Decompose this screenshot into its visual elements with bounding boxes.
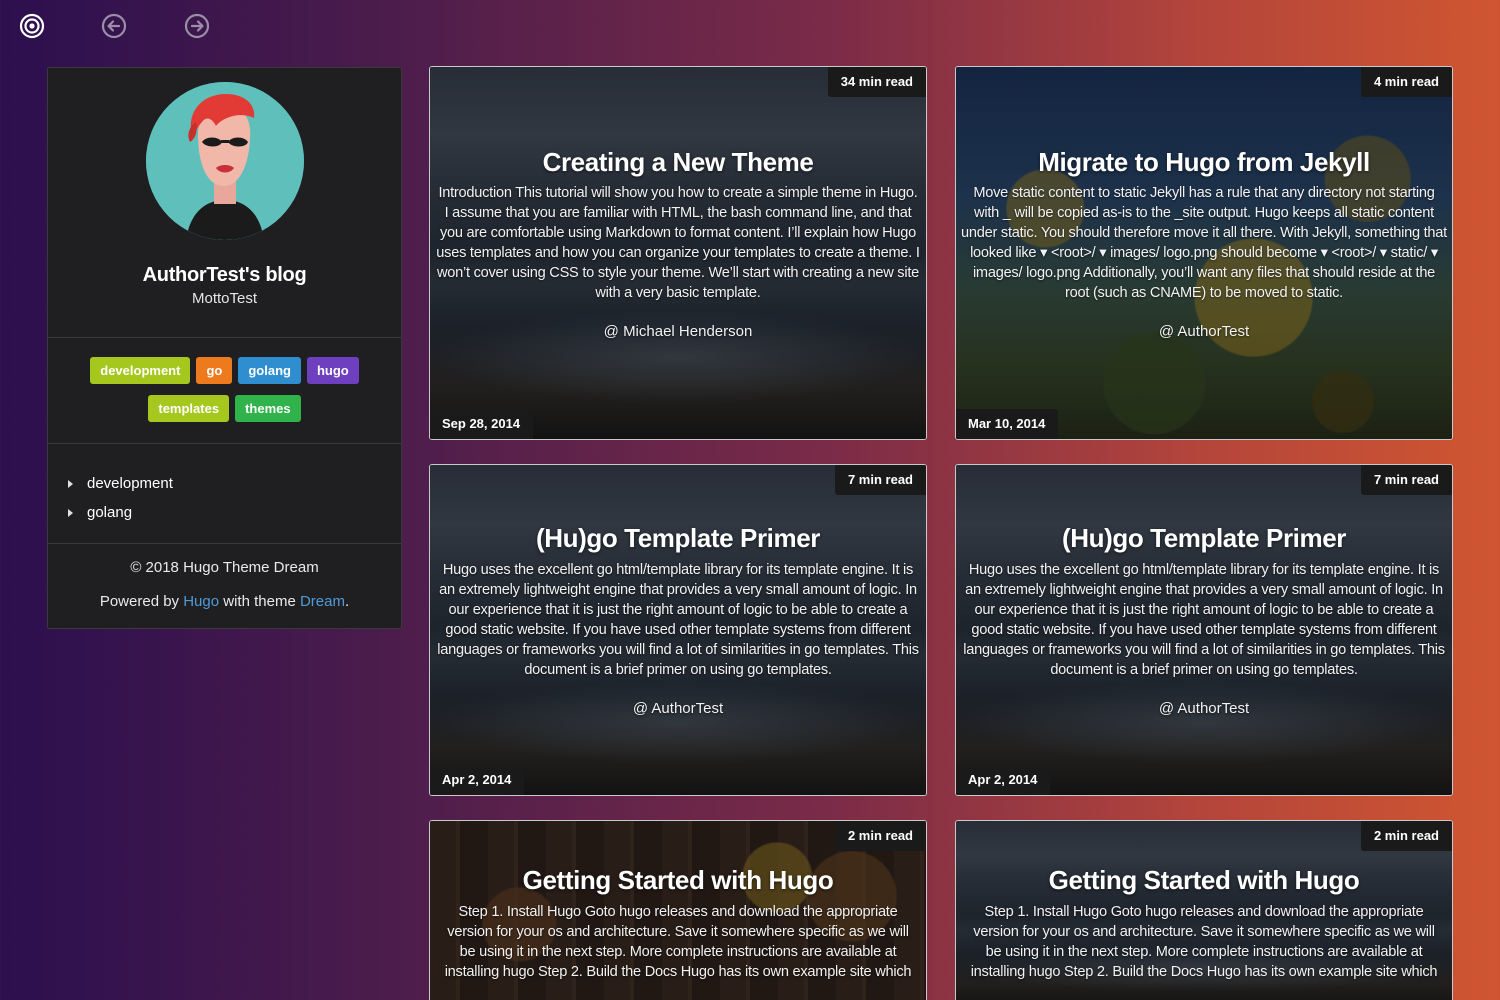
avatar[interactable] <box>146 82 304 240</box>
post-title[interactable]: (Hu)go Template Primer <box>430 523 926 554</box>
powered-suffix: . <box>344 593 350 610</box>
post-summary: Step 1. Install Hugo Goto hugo releases … <box>970 904 1438 980</box>
tag-templates[interactable]: templates <box>148 395 230 422</box>
hugo-link[interactable]: Hugo <box>183 593 219 610</box>
read-time-badge: 4 min read <box>1360 67 1452 97</box>
post-card[interactable]: 7 min read (Hu)go Template Primer Hugo u… <box>955 464 1453 796</box>
dream-link[interactable]: Dream <box>300 593 345 610</box>
caret-right-icon <box>68 508 73 517</box>
powered-middle: with theme <box>223 593 296 610</box>
post-author: @ Michael Henderson <box>603 323 753 340</box>
read-time-badge: 34 min read <box>827 67 926 97</box>
tag-go[interactable]: go <box>196 357 233 384</box>
post-author: @ AuthorTest <box>1158 323 1250 340</box>
post-date: Sep 28, 2014 <box>430 409 534 439</box>
tag-golang[interactable]: golang <box>238 357 301 384</box>
target-icon[interactable] <box>18 12 46 40</box>
post-author: @ AuthorTest <box>1158 700 1250 717</box>
post-summary: Introduction This tutorial will show you… <box>436 185 920 301</box>
arrow-right-circle-icon[interactable] <box>183 12 211 40</box>
read-time-badge: 7 min read <box>1360 465 1452 495</box>
category-item-golang[interactable]: golang <box>68 495 401 530</box>
post-date: Apr 2, 2014 <box>956 765 1051 795</box>
read-time-badge: 2 min read <box>1360 821 1452 851</box>
post-card[interactable]: 2 min read Getting Started with Hugo Ste… <box>955 820 1453 1000</box>
post-title[interactable]: Migrate to Hugo from Jekyll <box>956 147 1452 178</box>
sidebar: AuthorTest's blog MottoTest development … <box>47 67 402 629</box>
post-summary: Step 1. Install Hugo Goto hugo releases … <box>444 904 912 980</box>
post-date: Mar 10, 2014 <box>956 409 1059 439</box>
post-summary: Move static content to static Jekyll has… <box>961 185 1447 301</box>
caret-right-icon <box>68 479 73 488</box>
blog-motto: MottoTest <box>191 290 258 307</box>
post-card[interactable]: 4 min read Migrate to Hugo from Jekyll M… <box>955 66 1453 440</box>
post-card[interactable]: 2 min read Getting Started with Hugo Ste… <box>429 820 927 1000</box>
tag-hugo[interactable]: hugo <box>306 357 359 384</box>
post-title[interactable]: Creating a New Theme <box>430 147 926 178</box>
powered-prefix: Powered by <box>99 593 180 610</box>
blog-title[interactable]: AuthorTest's blog <box>48 264 401 287</box>
copyright-text: © 2018 Hugo Theme Dream <box>130 559 319 576</box>
post-summary: Hugo uses the excellent go html/template… <box>963 562 1445 678</box>
category-list: development golang <box>48 444 401 544</box>
sidebar-footer: © 2018 Hugo Theme Dream Powered by Hugo … <box>48 544 401 628</box>
post-title[interactable]: (Hu)go Template Primer <box>956 523 1452 554</box>
post-date: Apr 2, 2014 <box>430 765 525 795</box>
read-time-badge: 7 min read <box>834 465 926 495</box>
category-label: development <box>87 475 173 492</box>
category-label: golang <box>87 504 133 521</box>
tag-cloud: development go golang hugo templates the… <box>48 338 401 444</box>
post-title[interactable]: Getting Started with Hugo <box>430 865 926 896</box>
tag-development[interactable]: development <box>90 357 191 384</box>
post-summary: Hugo uses the excellent go html/template… <box>437 562 919 678</box>
tag-themes[interactable]: themes <box>235 395 301 422</box>
arrow-left-circle-icon[interactable] <box>100 12 128 40</box>
powered-by-text: Powered by Hugo with theme Dream. <box>48 594 401 628</box>
post-author: @ AuthorTest <box>632 700 724 717</box>
post-card[interactable]: 7 min read (Hu)go Template Primer Hugo u… <box>429 464 927 796</box>
read-time-badge: 2 min read <box>834 821 926 851</box>
post-card[interactable]: 34 min read Creating a New Theme Introdu… <box>429 66 927 440</box>
profile-section: AuthorTest's blog MottoTest <box>48 68 401 338</box>
post-title[interactable]: Getting Started with Hugo <box>956 865 1452 896</box>
